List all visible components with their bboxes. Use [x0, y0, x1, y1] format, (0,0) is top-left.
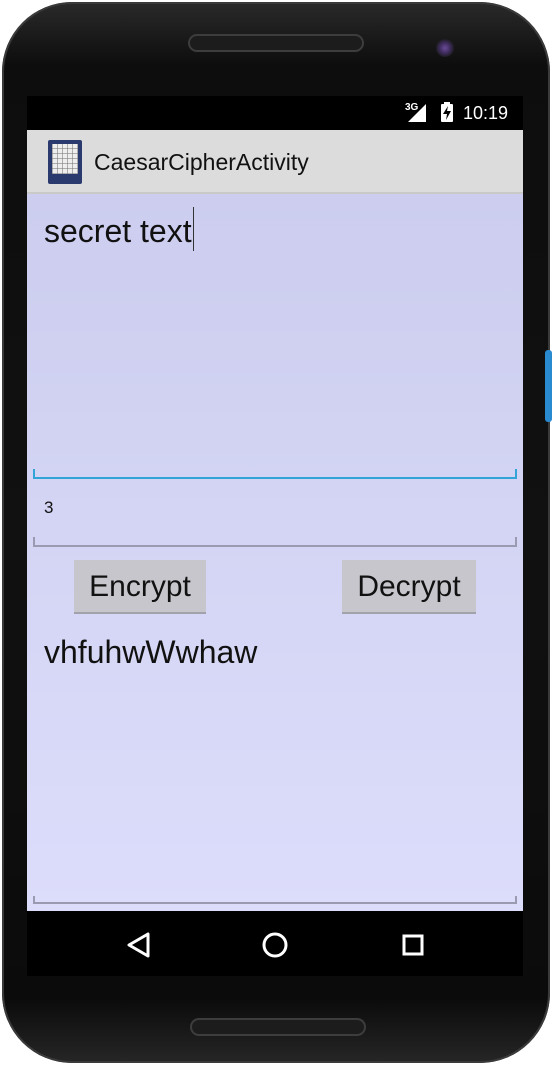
battery-charging-icon — [441, 102, 453, 122]
main-content: secret text 3 Encrypt Decrypt vhfuhwWwha… — [27, 194, 523, 911]
bottom-speaker — [190, 1018, 366, 1036]
shift-value: 3 — [44, 498, 54, 517]
plaintext-value: secret text — [44, 213, 192, 249]
input-underline-edge — [33, 469, 35, 477]
decrypt-button[interactable]: Decrypt — [342, 560, 476, 614]
app-title: CaesarCipherActivity — [94, 149, 309, 175]
shift-input[interactable]: 3 — [33, 487, 517, 547]
encrypt-button[interactable]: Encrypt — [74, 560, 206, 614]
plaintext-input-text: secret text — [44, 207, 194, 251]
text-cursor — [192, 207, 194, 251]
navigation-bar — [27, 911, 523, 976]
top-speaker — [188, 34, 364, 52]
screen: 3G 10:19 CaesarCipherActivity secret tex… — [27, 96, 523, 976]
back-icon[interactable] — [118, 925, 158, 965]
side-button — [545, 350, 552, 422]
app-icon — [48, 140, 82, 184]
output-underline-edge — [33, 896, 35, 904]
input-underline-edge — [515, 469, 517, 477]
status-time: 10:19 — [463, 103, 509, 123]
app-icon-grid — [52, 144, 78, 174]
input-underline-edge — [33, 537, 35, 545]
output-underline-edge — [515, 896, 517, 904]
action-bar: CaesarCipherActivity — [27, 130, 523, 194]
recent-apps-icon[interactable] — [393, 925, 433, 965]
status-bar: 3G 10:19 — [27, 96, 523, 130]
input-underline-edge — [515, 537, 517, 545]
home-icon[interactable] — [255, 925, 295, 965]
plaintext-input[interactable]: secret text — [33, 194, 517, 479]
signal-icon — [408, 104, 426, 122]
output-underline — [33, 902, 517, 904]
front-camera — [436, 39, 454, 57]
output-text: vhfuhwWwhaw — [44, 634, 258, 670]
